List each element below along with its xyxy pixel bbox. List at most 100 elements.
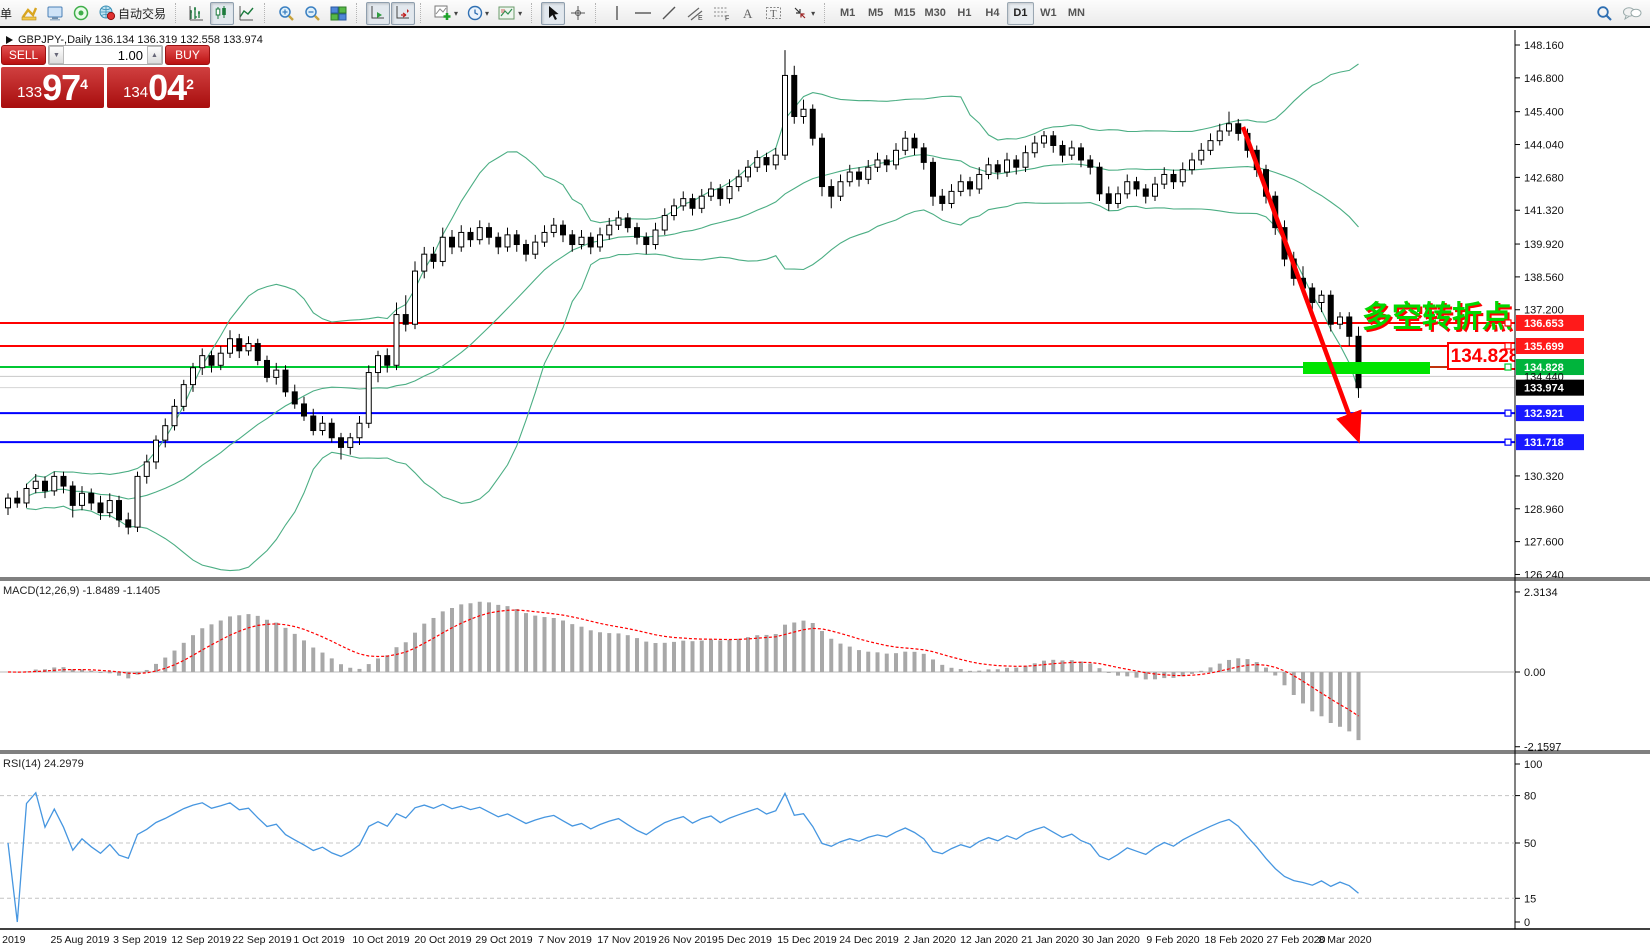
chat-button[interactable]: [1618, 2, 1646, 25]
sell-price-point: 4: [80, 76, 88, 92]
svg-text:148.160: 148.160: [1524, 40, 1564, 52]
new-order-button[interactable]: 新订单: [0, 2, 16, 25]
top-toolbar: 新订单 自动交易: [0, 0, 1650, 28]
tab-timeframe-M15[interactable]: M15: [890, 2, 919, 25]
volume-input[interactable]: [64, 46, 147, 64]
auto-scroll-button[interactable]: [366, 1, 391, 25]
tab-timeframe-H1[interactable]: H1: [951, 2, 978, 25]
templates-icon: [498, 6, 516, 21]
svg-text:133.974: 133.974: [1524, 383, 1565, 395]
text-label-button[interactable]: T: [761, 2, 787, 25]
chat-icon: [1622, 5, 1642, 21]
market-watch-button[interactable]: [17, 2, 42, 25]
buy-price-point: 2: [186, 76, 194, 92]
candlestick-chart-button[interactable]: [210, 1, 235, 25]
svg-text:100: 100: [1524, 759, 1542, 771]
svg-text:20 Oct 2019: 20 Oct 2019: [414, 934, 471, 946]
periods-button[interactable]: ▾: [463, 2, 493, 25]
tab-timeframe-H4[interactable]: H4: [979, 2, 1006, 25]
toolbar-separator: [356, 3, 362, 23]
sell-button[interactable]: SELL: [1, 45, 46, 65]
arrows-dropdown-arrow[interactable]: ▾: [811, 9, 815, 18]
autotrading-icon: [98, 5, 116, 21]
chart-canvas[interactable]: 多空转折点多空转折点134.828148.160146.800145.40014…: [0, 30, 1650, 949]
buy-price[interactable]: 134 04 2: [107, 67, 210, 108]
svg-text:127.600: 127.600: [1524, 537, 1564, 549]
buy-price-pips: 04: [148, 67, 187, 108]
buy-price-figure: 134: [123, 84, 149, 101]
market-watch-icon: [21, 6, 38, 21]
templates-dropdown-arrow[interactable]: ▾: [518, 9, 522, 18]
strategy-tester-button[interactable]: [69, 2, 93, 25]
chart-shift-button[interactable]: [391, 1, 416, 25]
volume-decrease-button[interactable]: ▼: [49, 46, 64, 64]
svg-text:18 Feb 2020: 18 Feb 2020: [1205, 934, 1264, 946]
strategy-tester-icon: [73, 5, 89, 21]
svg-text:146.800: 146.800: [1524, 73, 1564, 85]
svg-text:50: 50: [1524, 838, 1536, 850]
tab-timeframe-MN[interactable]: MN: [1063, 2, 1090, 25]
fibonacci-button[interactable]: F: [709, 2, 735, 25]
svg-text:30 Jan 2020: 30 Jan 2020: [1082, 934, 1140, 946]
line-chart-icon: [239, 5, 255, 21]
sell-price[interactable]: 133 97 4: [1, 67, 104, 108]
cursor-button[interactable]: [541, 1, 566, 25]
tile-windows-button[interactable]: [326, 2, 351, 25]
one-click-trade-panel: SELL ▼ ▲ BUY 133974 134042: [1, 45, 210, 108]
arrows-button[interactable]: ▾: [788, 2, 819, 25]
zoom-out-button[interactable]: [300, 2, 325, 25]
equidistant-channel-icon: E: [686, 5, 704, 22]
toolbar-separator: [420, 3, 426, 23]
svg-text:多空转折点: 多空转折点: [1362, 301, 1512, 334]
volume-increase-button[interactable]: ▲: [147, 46, 162, 64]
tab-timeframe-M5[interactable]: M5: [862, 2, 889, 25]
cursor-icon: [546, 5, 560, 21]
indicators-button[interactable]: ▾: [430, 2, 462, 25]
arrows-icon: [792, 5, 809, 21]
line-chart-button[interactable]: [235, 2, 259, 25]
text-button[interactable]: A: [736, 2, 760, 25]
svg-text:132.921: 132.921: [1524, 408, 1564, 420]
indicators-dropdown-arrow[interactable]: ▾: [454, 9, 458, 18]
svg-text:10 Oct 2019: 10 Oct 2019: [352, 934, 409, 946]
buy-button[interactable]: BUY: [165, 45, 210, 65]
svg-text:21 Jan 2020: 21 Jan 2020: [1021, 934, 1079, 946]
terminal-icon: [47, 6, 64, 21]
periods-dropdown-arrow[interactable]: ▾: [485, 9, 489, 18]
equidistant-channel-button[interactable]: E: [682, 2, 708, 25]
svg-text:15 Dec 2019: 15 Dec 2019: [777, 934, 837, 946]
tab-timeframe-M1[interactable]: M1: [834, 2, 861, 25]
trendline-icon: [661, 5, 677, 21]
tab-timeframe-W1[interactable]: W1: [1035, 2, 1062, 25]
autotrading-button[interactable]: 自动交易: [94, 2, 170, 25]
chart-shift-icon: [395, 5, 411, 21]
svg-text:0.00: 0.00: [1524, 667, 1545, 679]
vertical-line-button[interactable]: [605, 2, 629, 25]
svg-text:E: E: [698, 15, 703, 21]
zoom-in-button[interactable]: [274, 2, 299, 25]
search-button[interactable]: [1592, 2, 1617, 25]
crosshair-button[interactable]: [566, 2, 590, 25]
sell-price-figure: 133: [17, 84, 43, 101]
tab-timeframe-D1[interactable]: D1: [1006, 1, 1034, 25]
svg-text:1 Oct 2019: 1 Oct 2019: [293, 934, 345, 946]
svg-text:130.320: 130.320: [1524, 471, 1564, 483]
svg-text:27 Feb 2020: 27 Feb 2020: [1267, 934, 1326, 946]
terminal-button[interactable]: [43, 2, 68, 25]
tab-timeframe-M30[interactable]: M30: [921, 2, 950, 25]
trendline-button[interactable]: [657, 2, 681, 25]
horizontal-line-button[interactable]: [630, 2, 656, 25]
templates-button[interactable]: ▾: [494, 2, 526, 25]
toolbar-separator: [595, 3, 601, 23]
tile-windows-icon: [330, 6, 347, 21]
svg-text:138.560: 138.560: [1524, 272, 1564, 284]
svg-text:15: 15: [1524, 893, 1536, 905]
svg-text:8 Mar 2020: 8 Mar 2020: [1318, 934, 1371, 946]
indicators-icon: [434, 5, 452, 21]
svg-text:22 Sep 2019: 22 Sep 2019: [232, 934, 292, 946]
svg-text:144.040: 144.040: [1524, 140, 1564, 152]
horizontal-line-icon: [634, 9, 652, 17]
bar-chart-button[interactable]: [185, 2, 209, 25]
svg-text:2.3134: 2.3134: [1524, 587, 1558, 599]
vertical-line-icon: [612, 5, 622, 21]
